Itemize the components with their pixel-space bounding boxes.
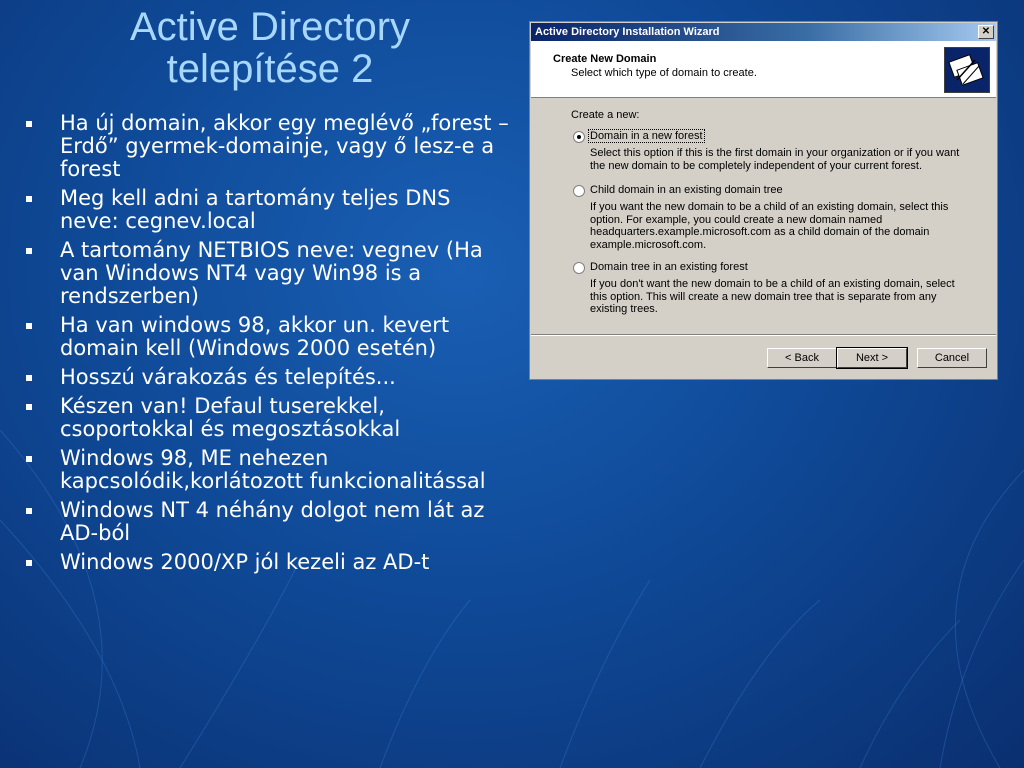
option-description: Select this option if this is the first …	[590, 147, 960, 172]
bullet-item: Ha van windows 98, akkor un. kevert doma…	[20, 314, 510, 360]
dialog-titlebar[interactable]: Active Directory Installation Wizard ✕	[531, 23, 996, 41]
bullet-text: Hosszú várakozás és telepítés...	[60, 365, 396, 389]
next-button[interactable]: Next >	[836, 347, 908, 369]
bullet-item: Ha új domain, akkor egy meglévő „forest …	[20, 112, 510, 181]
bullet-item: Készen van! Defaul tuserekkel, csoportok…	[20, 395, 510, 441]
wizard-header: Create New Domain Select which type of d…	[531, 41, 996, 98]
bullet-text: Ha van windows 98, akkor un. kevert doma…	[60, 313, 450, 360]
bullet-square-icon	[26, 508, 32, 514]
slide-title-line1: Active Directory	[129, 5, 411, 49]
back-button[interactable]: < Back	[767, 348, 837, 368]
bullet-item: Meg kell adni a tartomány teljes DNS nev…	[20, 187, 510, 233]
bullet-square-icon	[26, 560, 32, 566]
bullet-text: Windows 98, ME nehezen kapcsolódik,korlá…	[60, 446, 486, 493]
bullet-text: Ha új domain, akkor egy meglévő „forest …	[60, 111, 509, 181]
bullet-text: A tartomány NETBIOS neve: vegnev (Ha van…	[60, 238, 483, 308]
bullet-item: Windows 2000/XP jól kezeli az AD-t	[20, 551, 510, 574]
close-button[interactable]: ✕	[978, 25, 994, 39]
bullet-square-icon	[26, 248, 32, 254]
bullet-text: Készen van! Defaul tuserekkel, csoportok…	[60, 394, 401, 441]
option-label[interactable]: Domain tree in an existing forest	[590, 261, 748, 273]
radio-button-selected[interactable]	[573, 131, 585, 143]
bullet-text: Windows 2000/XP jól kezeli az AD-t	[60, 550, 430, 574]
wizard-page-subtitle: Select which type of domain to create.	[571, 67, 757, 79]
bullet-list: Ha új domain, akkor egy meglévő „forest …	[20, 112, 510, 580]
option-description: If you want the new domain to be a child…	[590, 201, 949, 251]
option-label[interactable]: Domain in a new forest	[588, 129, 705, 143]
dialog-title: Active Directory Installation Wizard	[535, 26, 720, 38]
bullet-item: Windows NT 4 néhány dolgot nem lát az AD…	[20, 499, 510, 545]
bullet-square-icon	[26, 456, 32, 462]
bullet-square-icon	[26, 196, 32, 202]
bullet-square-icon	[26, 121, 32, 127]
slide-title: Active Directory telepítése 2	[60, 6, 480, 90]
option-label[interactable]: Child domain in an existing domain tree	[590, 184, 783, 196]
bullet-square-icon	[26, 375, 32, 381]
bullet-item: Hosszú várakozás és telepítés...	[20, 366, 510, 389]
bullet-text: Windows NT 4 néhány dolgot nem lát az AD…	[60, 498, 485, 545]
bullet-square-icon	[26, 323, 32, 329]
wizard-body: Create a new: Domain in a new forest Sel…	[531, 98, 996, 335]
bullet-text: Meg kell adni a tartomány teljes DNS nev…	[60, 186, 451, 233]
radio-button[interactable]	[573, 262, 585, 274]
button-separator	[531, 334, 996, 336]
option-description: If you don't want the new domain to be a…	[590, 278, 955, 315]
close-icon: ✕	[981, 26, 991, 37]
wizard-page-title: Create New Domain	[553, 53, 657, 65]
radio-button[interactable]	[573, 185, 585, 197]
bullet-item: Windows 98, ME nehezen kapcsolódik,korlá…	[20, 447, 510, 493]
bullet-square-icon	[26, 404, 32, 410]
cancel-button[interactable]: Cancel	[917, 348, 987, 368]
domain-tree-icon	[944, 47, 990, 93]
bullet-item: A tartomány NETBIOS neve: vegnev (Ha van…	[20, 239, 510, 308]
create-new-label: Create a new:	[571, 109, 640, 121]
wizard-dialog: Active Directory Installation Wizard ✕ C…	[529, 21, 998, 380]
slide-title-line2: telepítése 2	[166, 47, 374, 91]
